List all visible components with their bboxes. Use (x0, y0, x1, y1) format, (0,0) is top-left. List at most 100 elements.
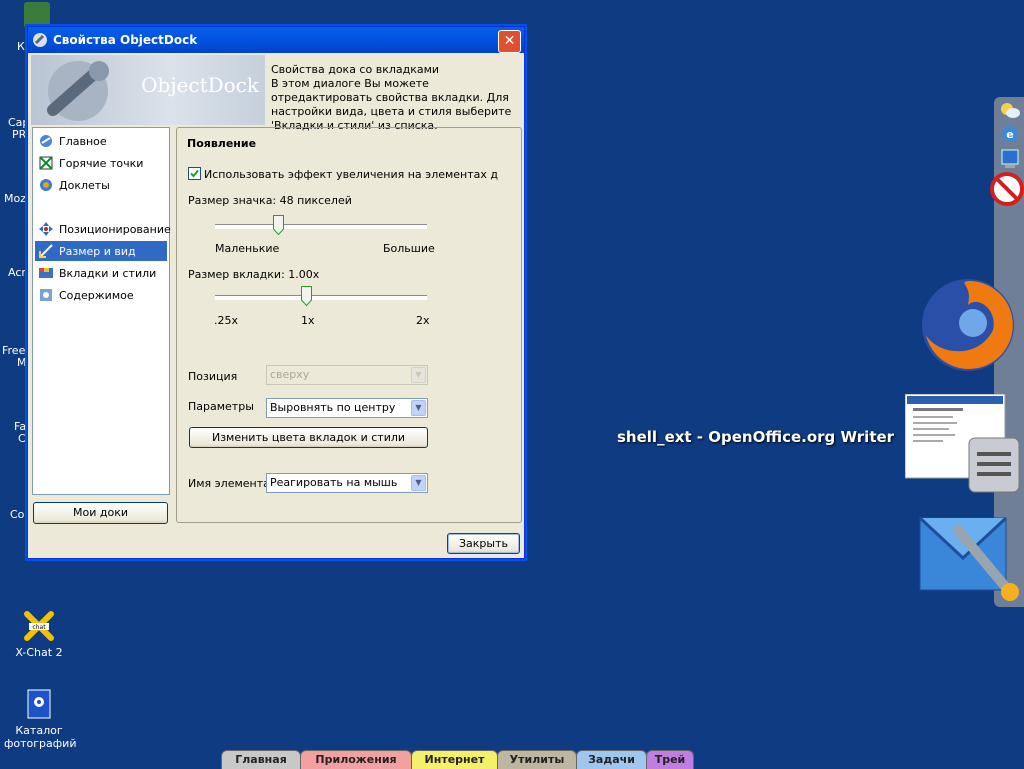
firefox-icon[interactable] (918, 275, 1018, 375)
nav-item-tabs-styles[interactable]: Вкладки и стили (35, 263, 167, 283)
dock-tab-label: Задачи (588, 753, 635, 766)
tab-size-label: Размер вкладки: 1.00x (188, 268, 320, 281)
change-tab-colors-button[interactable]: Изменить цвета вкладок и стили (189, 427, 428, 448)
close-window-button[interactable]: ✕ (498, 30, 521, 53)
zoom-effect-label: Использовать эффект увеличения на элемен… (204, 168, 499, 181)
dock-tab-main[interactable]: Главная (221, 750, 301, 769)
nav-item-docklets[interactable]: Доклеты (35, 175, 167, 195)
tabs-styles-icon (38, 265, 54, 281)
dock-tab-label: Интернет (424, 753, 485, 766)
objectdock-logo-icon (47, 61, 109, 121)
appearance-panel: Появление Использовать эффект увеличения… (176, 127, 522, 523)
nav-item-label: Главное (59, 134, 107, 148)
close-icon: ✕ (503, 33, 516, 49)
zoom-effect-checkbox[interactable] (188, 167, 202, 181)
nav-item-label: Горячие точки (59, 156, 144, 170)
desktop-icon-label: X-Chat 2 (15, 646, 63, 659)
nav-item-label: Размер и вид (59, 244, 136, 258)
desktop-label-partial: M (17, 356, 27, 369)
svg-text:chat: chat (32, 624, 46, 631)
banner-heading: Свойства дока со вкладками (271, 63, 440, 76)
nav-item-size-view[interactable]: Размер и вид (35, 241, 167, 261)
nav-item-label: Доклеты (59, 178, 110, 192)
photo-catalog-icon (23, 688, 55, 720)
docklets-icon (38, 177, 54, 193)
banner-text: В этом диалоге Вы можете отредактировать… (271, 77, 512, 132)
tab-size-slider-track[interactable] (215, 295, 427, 300)
tab-size-tick-label: 1x (301, 314, 315, 327)
dock-tab-applications[interactable]: Приложения (300, 750, 412, 769)
banner-logo-text: ObjectDock (141, 73, 259, 97)
tab-size-tick-label: .25x (214, 314, 239, 327)
nav-item-label: Позиционирование (59, 222, 171, 236)
item-name-select[interactable]: Реагировать на мышь ▼ (266, 473, 428, 493)
xchat-icon: chat (23, 610, 55, 642)
close-button[interactable]: Закрыть (447, 533, 520, 554)
my-docks-button[interactable]: Мои доки (33, 502, 168, 524)
my-computer-icon[interactable] (999, 148, 1021, 170)
objectdock-app-icon (32, 32, 48, 48)
positioning-icon (38, 221, 54, 237)
dialog-titlebar[interactable]: Свойства ObjectDock (28, 27, 524, 53)
no-entry-icon[interactable] (990, 172, 1024, 206)
objectdock-properties-dialog: Свойства ObjectDock ✕ ObjectDock Свойств… (27, 26, 525, 559)
chevron-down-icon[interactable]: ▼ (411, 400, 426, 416)
dock-tab-label: Главная (235, 753, 287, 766)
desktop-label-partial: Mozi (4, 192, 30, 205)
item-name-label: Имя элемента: (188, 477, 274, 490)
banner-description: Свойства дока со вкладками В этом диалог… (271, 63, 521, 133)
position-select-value: сверху (270, 368, 310, 381)
nav-item-label: Вкладки и стили (59, 266, 157, 280)
desktop-icon-partial-1[interactable] (24, 2, 50, 28)
position-label: Позиция (188, 370, 238, 383)
dialog-title: Свойства ObjectDock (53, 33, 198, 47)
tab-size-tick-label: 2x (416, 314, 430, 327)
position-select: сверху ▼ (266, 365, 428, 385)
chevron-down-icon: ▼ (411, 367, 426, 383)
dock-tab-label: Трей (654, 753, 686, 766)
nav-item-hotspots[interactable]: Горячие точки (35, 153, 167, 173)
desktop-label-partial: К (17, 40, 25, 53)
contents-icon (38, 287, 54, 303)
openoffice-writer-icon[interactable] (904, 393, 1021, 494)
icon-size-min-label: Маленькие (215, 242, 280, 255)
icon-size-slider-thumb[interactable] (273, 215, 285, 236)
home-icon (38, 133, 54, 149)
icon-size-label: Размер значка: 48 пикселей (188, 194, 352, 207)
desktop-label-partial: Co (10, 508, 25, 521)
dock-tab-tasks[interactable]: Задачи (576, 750, 647, 769)
desktop-icon-photo-catalog[interactable]: Каталог фотографий (4, 688, 77, 750)
mail-settings-icon[interactable] (918, 500, 1024, 604)
icon-size-max-label: Большие (383, 242, 435, 255)
desktop-icon-xchat[interactable]: chat X-Chat 2 (4, 610, 74, 659)
dock-tab-label: Приложения (315, 753, 397, 766)
dock-hover-label: shell_ext - OpenOffice.org Writer (617, 428, 895, 446)
dock-tab-tray[interactable]: Трей (646, 750, 694, 769)
desktop-label-partial: Acr (8, 266, 26, 279)
svg-text:e: e (1006, 128, 1013, 141)
dock-tab-internet[interactable]: Интернет (411, 750, 498, 769)
tab-size-slider-thumb[interactable] (300, 286, 312, 307)
hotspot-icon (38, 155, 54, 171)
nav-item-label: Содержимое (59, 288, 134, 302)
parameters-label: Параметры (188, 400, 254, 413)
weather-icon[interactable] (999, 100, 1021, 120)
chevron-down-icon[interactable]: ▼ (411, 475, 426, 491)
nav-item-positioning[interactable]: Позиционирование (35, 219, 171, 239)
size-view-icon (38, 243, 54, 259)
dock-tab-utilities[interactable]: Утилиты (497, 750, 577, 769)
dock-tab-label: Утилиты (509, 753, 565, 766)
nav-item-main[interactable]: Главное (35, 131, 167, 151)
internet-explorer-icon[interactable]: e (999, 123, 1021, 145)
icon-size-slider-track[interactable] (215, 224, 427, 229)
item-name-select-value: Реагировать на мышь (270, 476, 398, 489)
desktop-icon-label: Каталог фотографий (4, 724, 77, 750)
nav-item-contents[interactable]: Содержимое (35, 285, 167, 305)
dialog-banner: ObjectDock (31, 55, 265, 125)
settings-nav-list: Главное Горячие точки Доклеты Позиционир… (32, 127, 171, 495)
desktop-label-partial: C (18, 432, 26, 445)
parameters-select-value: Выровнять по центру (270, 401, 396, 414)
section-title: Появление (187, 137, 257, 150)
desktop-label-partial: PR (12, 128, 27, 141)
parameters-select[interactable]: Выровнять по центру ▼ (266, 398, 428, 418)
